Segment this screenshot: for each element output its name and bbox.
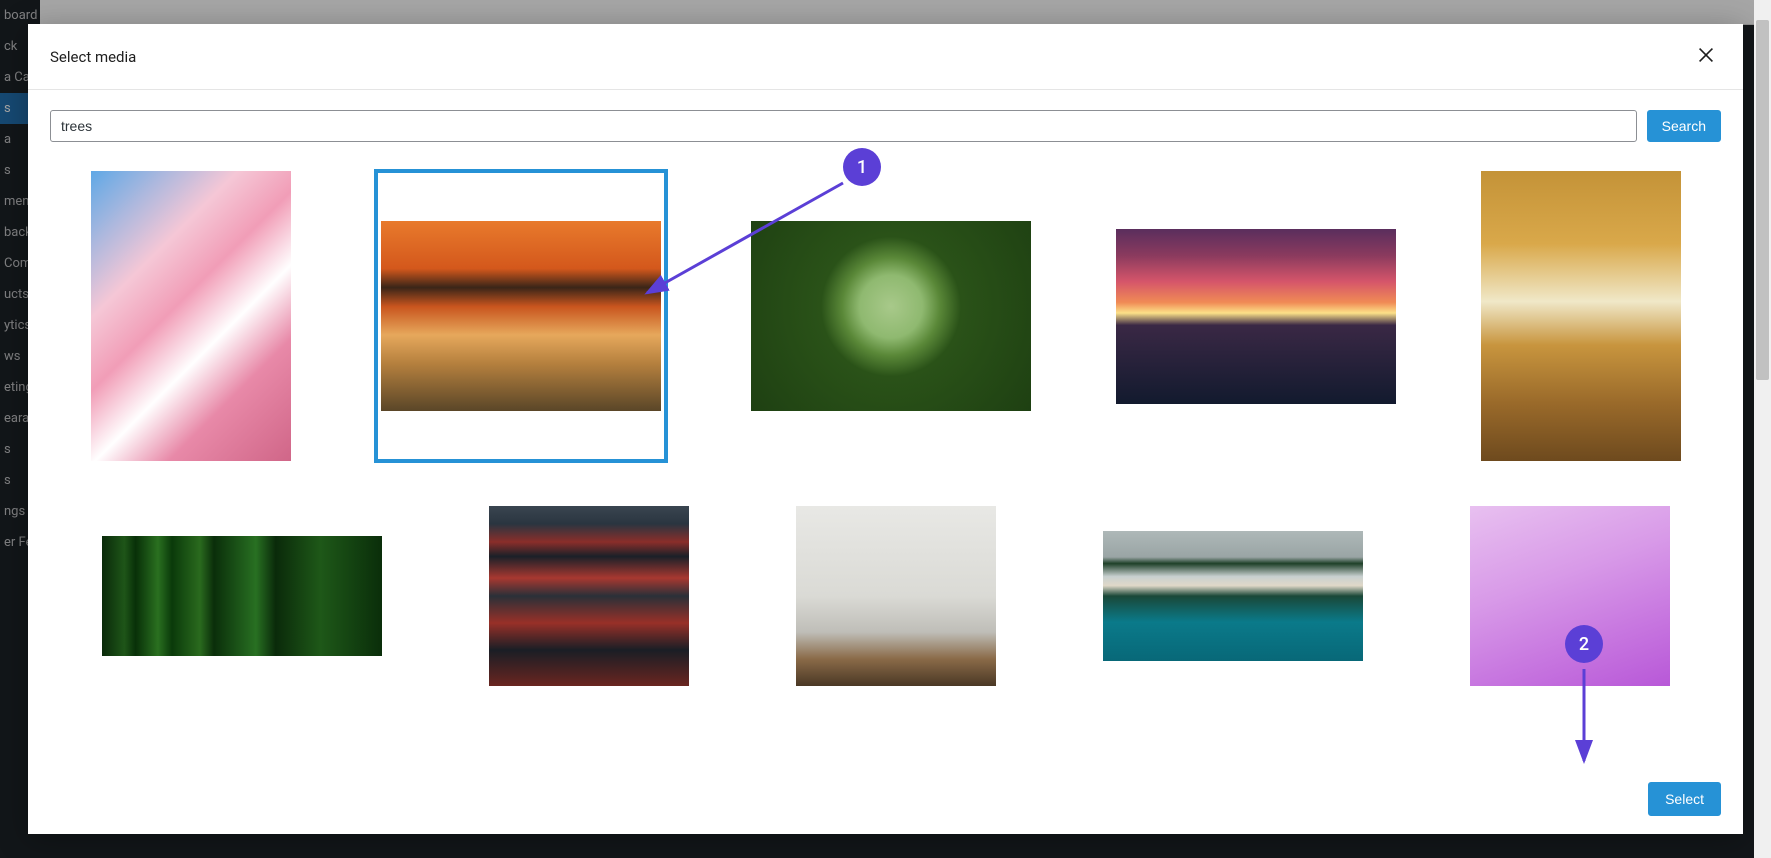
thumb-image (1116, 229, 1396, 404)
thumb-image (1470, 506, 1670, 686)
search-button[interactable]: Search (1647, 110, 1721, 142)
gallery-row (48, 166, 1723, 466)
modal-title: Select media (50, 48, 136, 66)
modal-header: Select media (28, 24, 1743, 90)
thumb-image (489, 506, 689, 686)
select-button[interactable]: Select (1648, 782, 1721, 816)
page-scrollbar-track[interactable] (1754, 0, 1771, 858)
media-thumb-heart-hedge[interactable] (751, 221, 1031, 411)
thumb-image (102, 536, 382, 656)
gallery-row (48, 496, 1723, 696)
search-row: Search (28, 90, 1743, 156)
media-thumb-red-trees[interactable] (489, 506, 689, 686)
annotation-badge-1: 1 (843, 148, 881, 186)
media-thumb-autumn-avenue[interactable] (1481, 171, 1681, 461)
thumb-image (1481, 171, 1681, 461)
thumb-image (751, 221, 1031, 411)
select-media-modal: Select media Search Select (28, 24, 1743, 834)
media-thumb-mountain-lake[interactable] (1103, 531, 1363, 661)
annotation-badge-2: 2 (1565, 625, 1603, 663)
close-icon (1695, 44, 1717, 66)
media-thumb-foggy-trees[interactable] (796, 506, 996, 686)
close-button[interactable] (1691, 40, 1721, 73)
modal-footer: Select (1648, 782, 1721, 816)
media-thumb-cherry-blossom[interactable] (91, 171, 291, 461)
media-thumb-sunset-tree[interactable] (1116, 229, 1396, 404)
media-thumb-autumn-path-selected[interactable] (376, 171, 666, 461)
media-thumb-green-forest[interactable] (102, 536, 382, 656)
thumb-image (796, 506, 996, 686)
thumb-image (381, 221, 661, 411)
media-thumb-purple-gradient[interactable] (1470, 506, 1670, 686)
search-input[interactable] (50, 110, 1637, 142)
thumb-image (1103, 531, 1363, 661)
media-gallery (28, 156, 1743, 834)
thumb-image (91, 171, 291, 461)
page-scrollbar-thumb[interactable] (1756, 20, 1769, 380)
